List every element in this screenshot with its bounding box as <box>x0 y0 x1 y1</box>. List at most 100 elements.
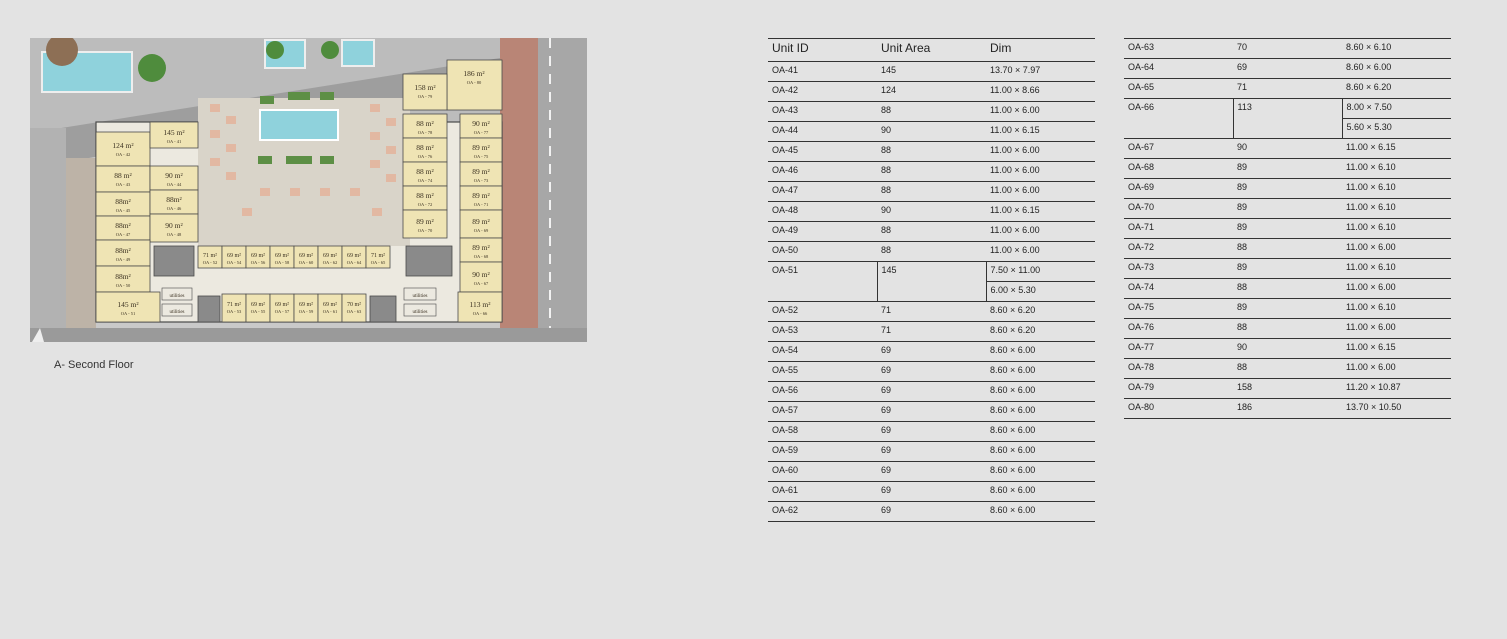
plan-unit-area-label: 89 m² <box>472 191 490 200</box>
plan-unit-id-label: OA - 74 <box>418 178 433 183</box>
cell-dim: 8.60 × 6.00 <box>986 481 1095 502</box>
cell-dim: 11.00 × 6.15 <box>986 201 1095 222</box>
cell-unit-area: 145 <box>876 261 986 302</box>
plan-utility-label: utilities <box>170 310 185 315</box>
cell-unit-area: 89 <box>1233 158 1342 179</box>
plan-left-walkway <box>66 158 96 328</box>
cell-dim: 13.70 × 10.50 <box>1342 398 1451 419</box>
header-dim: Dim <box>986 38 1095 62</box>
table-row: OA-59 69 8.60 × 6.00 <box>768 441 1095 462</box>
plan-unit-id-label: OA - 65 <box>371 260 386 265</box>
plan-unit-area-label: 88 m² <box>416 191 434 200</box>
plan-unit-id-label: OA - 48 <box>167 232 182 237</box>
plan-unit-area-label: 69 m² <box>251 253 265 259</box>
cell-unit-id: OA-59 <box>768 441 877 462</box>
cell-unit-id: OA-76 <box>1124 318 1233 339</box>
cell-dim: 11.00 × 6.15 <box>1342 338 1451 359</box>
cell-unit-id: OA-78 <box>1124 358 1233 379</box>
plan-unit-id-label: OA - 58 <box>275 260 290 265</box>
cell-dim: 8.60 × 6.00 <box>986 361 1095 382</box>
cell-unit-id: OA-47 <box>768 181 877 202</box>
plan-unit-id-label: OA - 72 <box>418 202 433 207</box>
cell-unit-area: 113 <box>1232 98 1342 139</box>
cell-dim: 11.20 × 10.87 <box>1342 378 1451 399</box>
cell-dim: 8.60 × 6.20 <box>986 321 1095 342</box>
cell-unit-area: 89 <box>1233 178 1342 199</box>
cell-unit-id: OA-80 <box>1124 398 1233 419</box>
plan-unit-id-label: OA - 60 <box>299 260 314 265</box>
plan-unit-area-label: 145 m² <box>117 300 139 309</box>
unit-table-right: OA-63 70 8.60 × 6.10 OA-64 69 8.60 × 6.00 OA-6… <box>1124 38 1451 419</box>
table-row: OA-57 69 8.60 × 6.00 <box>768 401 1095 422</box>
plan-unit-area-label: 88m² <box>115 246 131 255</box>
plan-unit-area-label: 69 m² <box>347 253 361 259</box>
cell-unit-area: 69 <box>877 361 986 382</box>
cell-unit-area: 90 <box>1233 138 1342 159</box>
table-row: OA-56 69 8.60 × 6.00 <box>768 381 1095 402</box>
cell-unit-area: 69 <box>877 401 986 422</box>
cell-unit-area: 69 <box>877 481 986 502</box>
plan-unit-area-label: 88m² <box>166 195 182 204</box>
table-row: OA-72 88 11.00 × 6.00 <box>1124 238 1451 259</box>
cell-unit-id: OA-41 <box>768 61 877 82</box>
table-row: OA-65 71 8.60 × 6.20 <box>1124 78 1451 99</box>
cell-dim: 11.00 × 6.00 <box>986 181 1095 202</box>
table-row: OA-62 69 8.60 × 6.00 <box>768 501 1095 522</box>
cell-unit-area: 90 <box>1233 338 1342 359</box>
cell-unit-id: OA-77 <box>1124 338 1233 359</box>
cell-dim: 8.60 × 6.20 <box>986 301 1095 322</box>
cell-dim: 8.60 × 6.00 <box>986 421 1095 442</box>
plan-unit-id-label: OA - 64 <box>347 260 362 265</box>
table-row: OA-48 90 11.00 × 6.15 <box>768 201 1095 222</box>
plan-unit-area-label: 88 m² <box>416 119 434 128</box>
plan-unit-id-label: OA - 47 <box>116 232 131 237</box>
cell-unit-area: 88 <box>877 181 986 202</box>
table-row: OA-68 89 11.00 × 6.10 <box>1124 158 1451 179</box>
table-row: OA-71 89 11.00 × 6.10 <box>1124 218 1451 239</box>
plan-unit-id-label: OA - 45 <box>116 208 131 213</box>
plan-road-right <box>538 38 587 342</box>
plan-unit-id-label: OA - 78 <box>418 130 433 135</box>
floor-plan: 186 m² OA - 80 158 m² OA - 79 88 m² OA - 78 90… <box>30 38 587 342</box>
cell-unit-area: 89 <box>1233 198 1342 219</box>
cell-unit-id: OA-69 <box>1124 178 1233 199</box>
plan-unit-area-label: 89 m² <box>472 143 490 152</box>
plan-caption: A- Second Floor <box>54 359 134 371</box>
table-row: OA-64 69 8.60 × 6.00 <box>1124 58 1451 79</box>
cell-unit-area: 90 <box>877 201 986 222</box>
plan-unit-id-label: OA - 69 <box>474 228 489 233</box>
cell-unit-id: OA-73 <box>1124 258 1233 279</box>
plan-unit-area-label: 69 m² <box>251 302 265 308</box>
cell-unit-id: OA-43 <box>768 101 877 122</box>
table-row: OA-45 88 11.00 × 6.00 <box>768 141 1095 162</box>
cell-unit-id: OA-52 <box>768 301 877 322</box>
plan-unit-id-label: OA - 76 <box>418 154 433 159</box>
cell-unit-area: 145 <box>877 61 986 82</box>
cell-dim: 8.60 × 6.10 <box>1342 38 1451 59</box>
cell-dim: 11.00 × 6.10 <box>1342 218 1451 239</box>
plan-unit-area-label: 90 m² <box>472 119 490 128</box>
table-row: OA-44 90 11.00 × 6.15 <box>768 121 1095 142</box>
plan-unit-area-label: 88 m² <box>416 143 434 152</box>
table-row: OA-80 186 13.70 × 10.50 <box>1124 398 1451 419</box>
cell-dim: 11.00 × 6.00 <box>986 221 1095 242</box>
cell-unit-area: 88 <box>1233 238 1342 259</box>
cell-unit-id: OA-65 <box>1124 78 1233 99</box>
plan-unit-id-label: OA - 49 <box>116 257 131 262</box>
plan-unit-area-label: 71 m² <box>371 253 385 259</box>
plan-unit-id-label: OA - 43 <box>116 182 131 187</box>
plan-unit-id-label: OA - 61 <box>323 309 338 314</box>
cell-unit-id: OA-51 <box>768 261 877 302</box>
cell-unit-id: OA-75 <box>1124 298 1233 319</box>
cell-dim: 8.60 × 6.00 <box>986 461 1095 482</box>
table-row: OA-70 89 11.00 × 6.10 <box>1124 198 1451 219</box>
plan-unit-id-label: OA - 42 <box>116 152 131 157</box>
plan-unit-id-label: OA - 68 <box>474 254 489 259</box>
plan-unit-area-label: 69 m² <box>227 253 241 259</box>
plan-unit-area-label: 88m² <box>115 272 131 281</box>
table-row: OA-75 89 11.00 × 6.10 <box>1124 298 1451 319</box>
cell-dim: 11.00 × 6.00 <box>986 141 1095 162</box>
table-row: OA-74 88 11.00 × 6.00 <box>1124 278 1451 299</box>
table-row: OA-69 89 11.00 × 6.10 <box>1124 178 1451 199</box>
plan-unit-area-label: 88m² <box>115 221 131 230</box>
